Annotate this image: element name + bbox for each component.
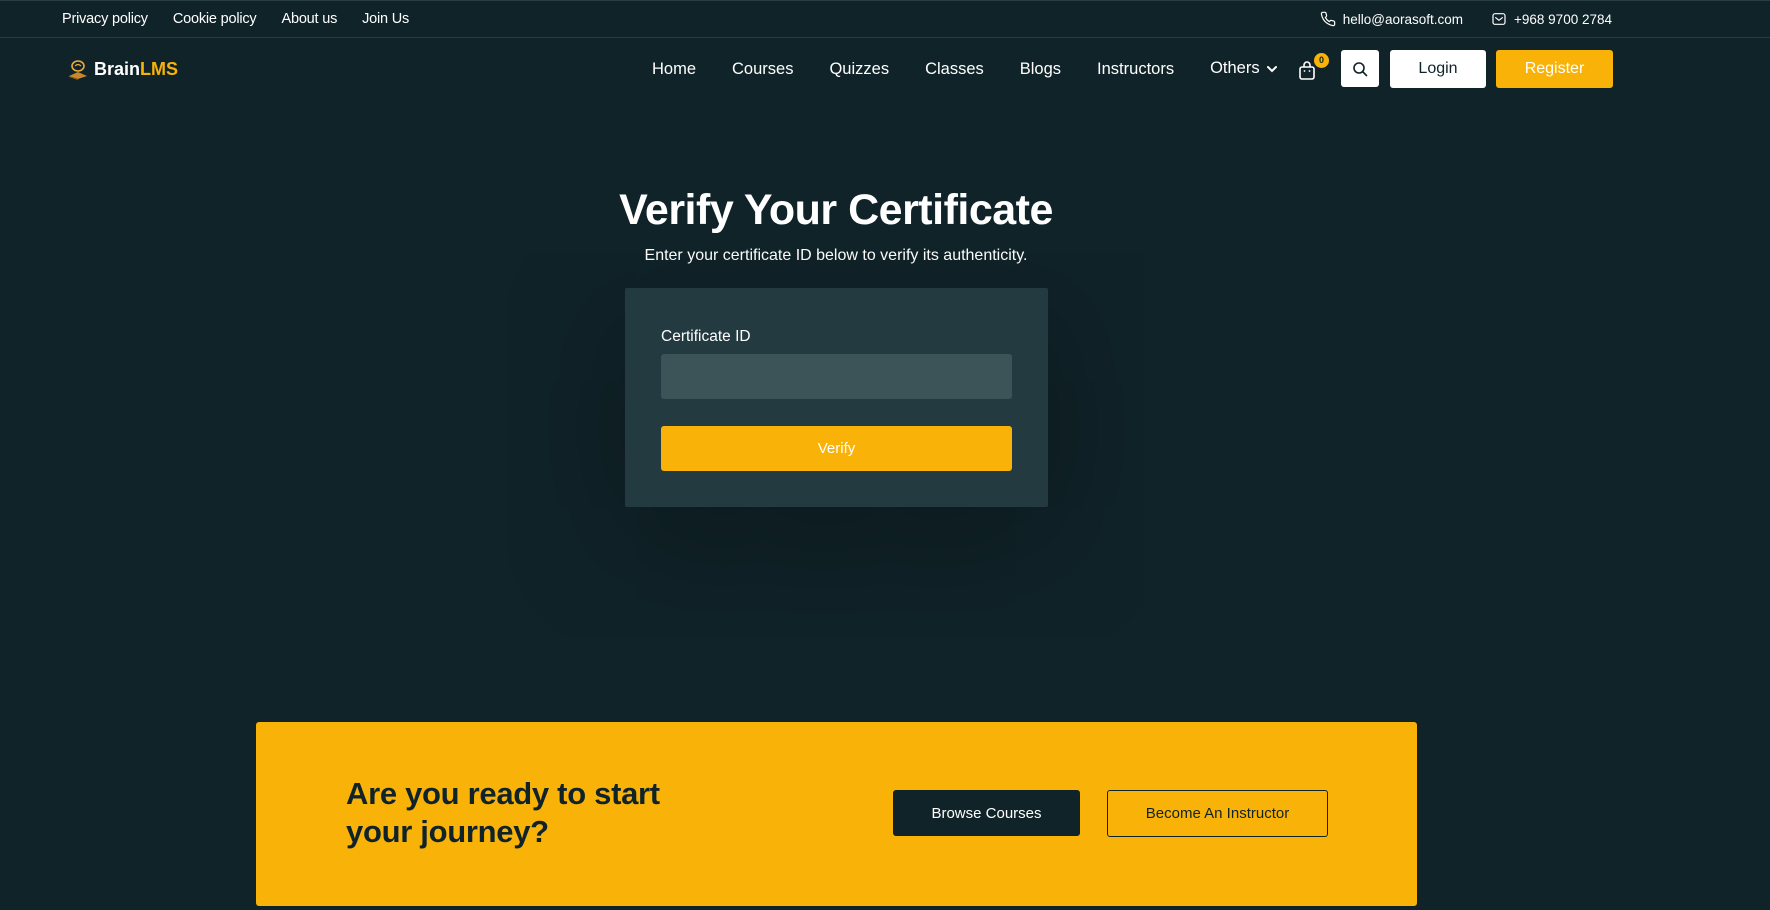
email-text: hello@aorasoft.com <box>1342 11 1464 27</box>
certificate-id-input[interactable] <box>661 354 1012 399</box>
login-button[interactable]: Login <box>1390 50 1486 88</box>
nav-blogs[interactable]: Blogs <box>1020 60 1061 79</box>
browse-courses-button[interactable]: Browse Courses <box>893 790 1080 836</box>
nav-courses[interactable]: Courses <box>732 60 793 79</box>
nav-instructors[interactable]: Instructors <box>1097 60 1174 79</box>
cta-heading: Are you ready to start your journey? <box>346 776 660 849</box>
email-contact[interactable]: hello@aorasoft.com <box>1320 11 1463 27</box>
top-links: Privacy policy Cookie policy About us Jo… <box>62 11 409 27</box>
register-button[interactable]: Register <box>1496 50 1613 88</box>
phone-text: +968 9700 2784 <box>1514 11 1612 27</box>
logo[interactable]: Brain LMS <box>66 57 178 81</box>
join-us-link[interactable]: Join Us <box>362 11 409 27</box>
cart-button[interactable]: 0 <box>1298 53 1329 83</box>
nav-quizzes[interactable]: Quizzes <box>829 60 889 79</box>
page-subtitle: Enter your certificate ID below to verif… <box>644 247 1028 264</box>
contact-info: hello@aorasoft.com +968 9700 2784 <box>1320 11 1612 27</box>
logo-text-lms: LMS <box>140 58 179 79</box>
nav-classes[interactable]: Classes <box>925 60 984 79</box>
verify-button[interactable]: Verify <box>661 426 1012 471</box>
nav-others[interactable]: Others <box>1210 58 1278 79</box>
phone-contact[interactable]: +968 9700 2784 <box>1491 11 1612 27</box>
become-instructor-button[interactable]: Become An Instructor <box>1107 790 1328 837</box>
search-button[interactable] <box>1341 50 1379 87</box>
logo-text-brain: Brain <box>94 58 141 79</box>
nav-home[interactable]: Home <box>652 60 696 79</box>
page-title: Verify Your Certificate <box>619 186 1053 234</box>
verify-form-card: Certificate ID Verify <box>625 288 1048 507</box>
cta-banner: Are you ready to start your journey? Bro… <box>256 722 1417 906</box>
main-header: Brain LMS Home Courses Quizzes Classes Bl… <box>0 38 1770 100</box>
privacy-policy-link[interactable]: Privacy policy <box>62 11 148 27</box>
cart-count-badge: 0 <box>1314 53 1329 68</box>
phone-icon <box>1320 11 1336 27</box>
shopping-bag-icon <box>1299 61 1315 80</box>
main-nav: Home Courses Quizzes Classes Blogs Instr… <box>652 58 1314 79</box>
about-us-link[interactable]: About us <box>281 11 337 27</box>
certificate-id-label: Certificate ID <box>661 328 751 345</box>
cookie-policy-link[interactable]: Cookie policy <box>173 11 257 27</box>
chevron-down-icon <box>1266 65 1277 72</box>
mail-icon <box>1492 13 1506 25</box>
search-icon <box>1353 61 1368 76</box>
nav-others-label: Others <box>1210 59 1260 77</box>
logo-icon <box>69 60 87 80</box>
top-bar: Privacy policy Cookie policy About us Jo… <box>0 0 1770 38</box>
